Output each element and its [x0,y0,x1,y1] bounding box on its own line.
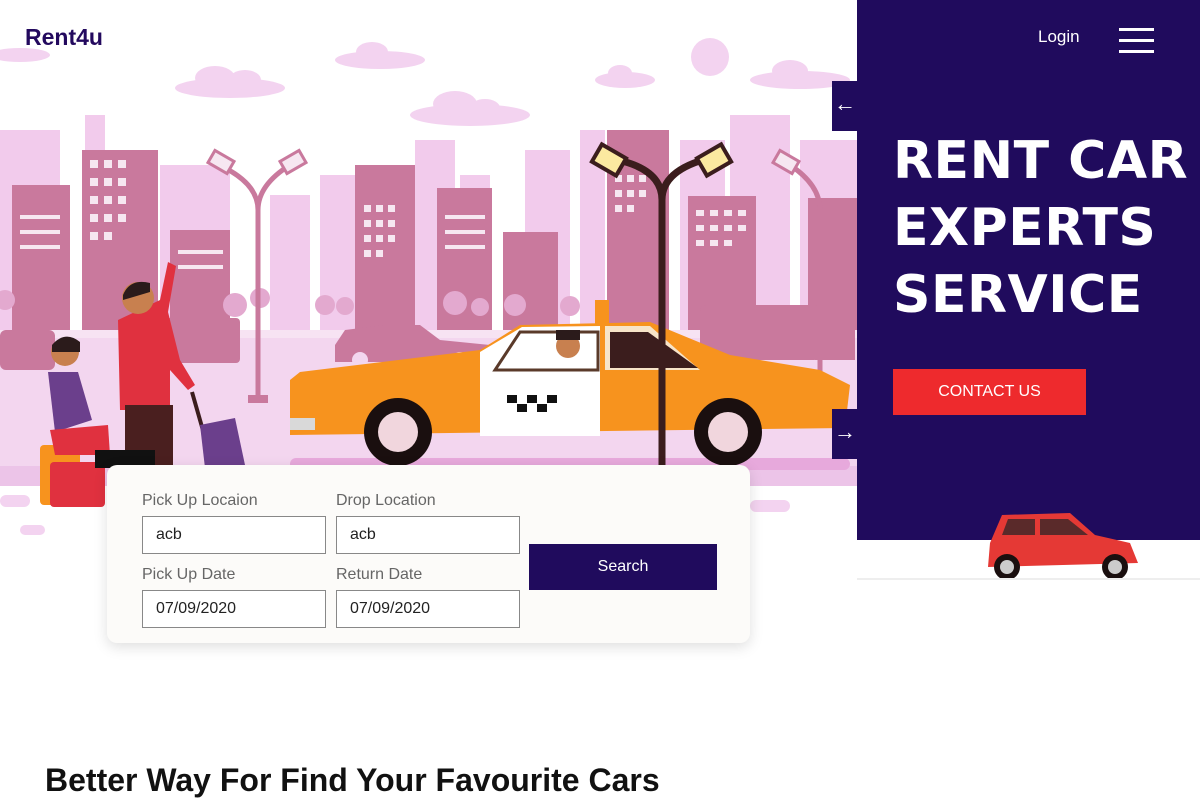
hero-title-line: SERVICE [893,265,1143,325]
menu-bar [1119,28,1154,31]
return-date-input[interactable] [336,590,520,628]
contact-us-button[interactable]: CONTACT US [893,369,1086,415]
menu-icon[interactable] [1119,28,1154,55]
clouds [0,38,850,126]
hero-title-line: EXPERTS [893,198,1157,258]
ground-line [857,578,1200,580]
section-heading: Better Way For Find Your Favourite Cars [45,762,660,798]
pickup-date-label: Pick Up Date [142,566,236,583]
menu-bar [1119,39,1154,42]
pickup-date-input[interactable] [142,590,326,628]
arrow-right-icon[interactable]: → [832,409,858,459]
drop-location-label: Drop Location [336,492,436,509]
menu-bar [1119,50,1154,53]
logo[interactable]: Rent4u [25,24,103,51]
arrow-left-icon[interactable]: ← [832,81,858,131]
return-date-label: Return Date [336,566,423,583]
drop-location-input[interactable] [336,516,520,554]
pickup-location-label: Pick Up Locaion [142,492,258,509]
search-button[interactable]: Search [529,544,717,590]
red-car-illustration [988,513,1138,580]
hero-title: RENT CAR EXPERTS SERVICE [893,128,1193,329]
login-link[interactable]: Login [1038,27,1080,47]
hero-title-line: RENT CAR [893,131,1189,191]
pickup-location-input[interactable] [142,516,326,554]
